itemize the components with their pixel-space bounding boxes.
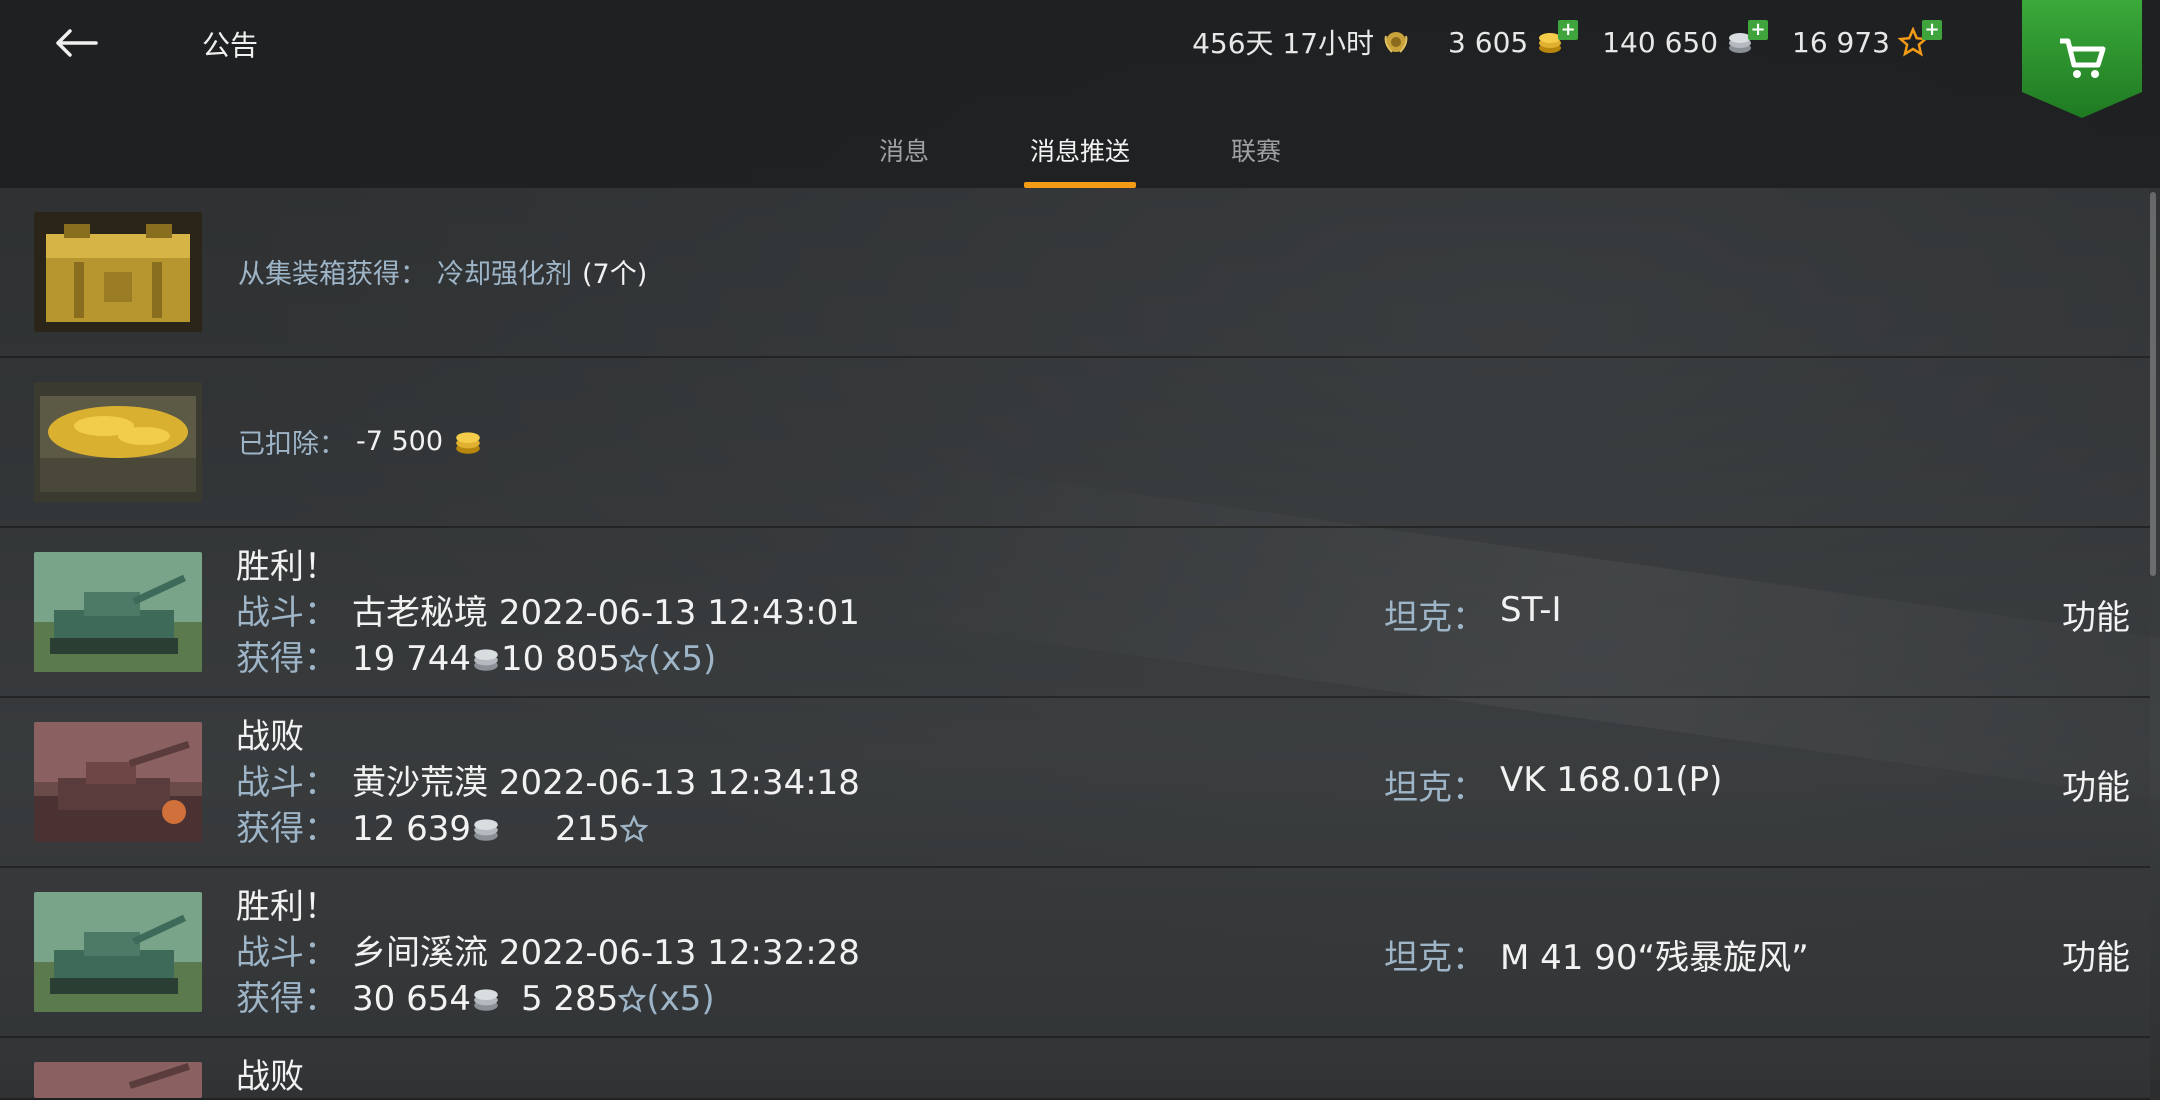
- earnings-line: 获得： 12 639 215: [236, 806, 860, 852]
- silver-earned: 12 639: [352, 809, 471, 849]
- battle-label: 战斗：: [236, 763, 338, 803]
- battle-line: 战斗： 乡间溪流 2022-06-13 12:32:28: [236, 930, 860, 976]
- earn-label: 获得：: [236, 809, 338, 849]
- page-title: 公告: [202, 29, 259, 62]
- tab-messages[interactable]: 消息: [816, 120, 992, 188]
- battle-datetime: 2022-06-13 12:34:18: [498, 763, 860, 803]
- battle-result: 胜利！: [236, 547, 338, 587]
- list-item[interactable]: 战败: [0, 1038, 2150, 1100]
- notice-text: 从集装箱获得： 冷却强化剂 (7个): [238, 252, 647, 291]
- free-xp-value: 16 973: [1792, 25, 1890, 59]
- scrollbar[interactable]: [2150, 192, 2156, 576]
- back-arrow-icon: [56, 29, 98, 57]
- silver-coins-icon: [474, 989, 498, 1011]
- battle-details: 胜利！ 战斗： 乡间溪流 2022-06-13 12:32:28 获得： 30 …: [236, 884, 860, 1022]
- battle-datetime: 2022-06-13 12:43:01: [498, 593, 860, 633]
- tank-label: 坦克：: [1384, 768, 1486, 808]
- battle-line: 战斗： 黄沙荒漠 2022-06-13 12:34:18: [236, 760, 860, 806]
- xp-multiplier: (x5): [646, 979, 715, 1019]
- list-item[interactable]: 战败 战斗： 黄沙荒漠 2022-06-13 12:34:18 获得： 12 6…: [0, 698, 2150, 868]
- victory-tank-image: [34, 552, 202, 672]
- golden-container-icon: [34, 212, 202, 332]
- battle-line: 战斗： 古老秘境 2022-06-13 12:43:01: [236, 590, 860, 636]
- silver-coins-icon: [474, 819, 498, 841]
- map-name: 乡间溪流: [352, 933, 488, 973]
- tab-push-messages[interactable]: 消息推送: [992, 120, 1168, 188]
- battle-details: 胜利！ 战斗： 古老秘境 2022-06-13 12:43:01 获得： 19 …: [236, 544, 860, 682]
- battle-result: 胜利！: [236, 887, 338, 927]
- silver-balance[interactable]: 140 650 +: [1602, 19, 1769, 59]
- notification-list: 从集装箱获得： 冷却强化剂 (7个) 已扣除： -7 500 胜利！ 战斗： 古…: [0, 188, 2150, 1100]
- cart-icon: [2060, 38, 2106, 78]
- add-xp-button[interactable]: +: [1922, 19, 1942, 40]
- star-icon: [618, 985, 647, 1013]
- silver-earned: 30 654: [352, 979, 471, 1019]
- defeat-tank-image: [34, 722, 202, 842]
- defeat-tank-image: [34, 1062, 202, 1098]
- list-item[interactable]: 已扣除： -7 500: [0, 358, 2150, 528]
- item-name: 冷却强化剂: [437, 259, 572, 290]
- tab-league[interactable]: 联赛: [1168, 120, 1344, 188]
- list-item[interactable]: 从集装箱获得： 冷却强化剂 (7个): [0, 188, 2150, 358]
- gold-value: 3 605: [1448, 25, 1529, 59]
- deducted-amount: -7 500: [356, 426, 444, 457]
- item-count: (7个): [582, 259, 648, 290]
- xp-multiplier: (x5): [647, 639, 717, 679]
- tank-name: ST-I: [1500, 590, 1562, 630]
- tank-info: 坦克： M 41 90“残暴旋风”: [1384, 930, 1809, 979]
- notice-prefix: 从集装箱获得：: [238, 259, 427, 290]
- notice-text: 已扣除： -7 500: [238, 422, 483, 461]
- silver-coins-icon: [474, 649, 498, 671]
- tank-name: VK 168.01(P): [1500, 760, 1723, 800]
- tab-bar: 消息 消息推送 联赛: [0, 120, 2160, 188]
- function-button[interactable]: 功能: [2062, 590, 2130, 639]
- earn-label: 获得：: [236, 979, 338, 1019]
- premium-time-value: 456天 17小时: [1192, 27, 1375, 60]
- tank-info: 坦克： VK 168.01(P): [1384, 760, 1722, 809]
- add-silver-button[interactable]: +: [1748, 19, 1769, 40]
- tank-name: M 41 90“残暴旋风”: [1500, 938, 1809, 978]
- map-name: 黄沙荒漠: [352, 763, 488, 803]
- list-item[interactable]: 胜利！ 战斗： 古老秘境 2022-06-13 12:43:01 获得： 19 …: [0, 528, 2150, 698]
- add-gold-button[interactable]: +: [1558, 19, 1579, 40]
- gold-coins-icon: [456, 431, 480, 454]
- xp-earned: 10 805: [500, 639, 620, 679]
- xp-earned: 5 285: [520, 979, 619, 1019]
- back-button[interactable]: [46, 18, 106, 68]
- victory-tank-image: [34, 892, 202, 1012]
- xp-earned: 215: [554, 809, 620, 849]
- premium-time[interactable]: 456天 17小时: [1192, 22, 1410, 62]
- battle-label: 战斗：: [236, 933, 338, 973]
- star-icon: [619, 645, 648, 673]
- shop-button[interactable]: [2022, 0, 2142, 118]
- battle-result: 战败: [236, 717, 304, 757]
- premium-laurel-icon: [1384, 32, 1408, 53]
- list-item[interactable]: 胜利！ 战斗： 乡间溪流 2022-06-13 12:32:28 获得： 30 …: [0, 868, 2150, 1038]
- battle-datetime: 2022-06-13 12:32:28: [498, 933, 860, 973]
- gold-balance[interactable]: 3 605 +: [1448, 19, 1579, 59]
- earn-label: 获得：: [236, 639, 338, 679]
- tank-label: 坦克：: [1384, 598, 1486, 638]
- battle-label: 战斗：: [236, 593, 338, 633]
- tank-label: 坦克：: [1384, 938, 1486, 978]
- currency-bar: 456天 17小时 3 605 + 140 650 + 16 973 +: [1192, 19, 1942, 62]
- gold-chest-icon: [34, 382, 202, 502]
- free-xp-balance[interactable]: 16 973 +: [1792, 19, 1942, 59]
- function-button[interactable]: 功能: [2062, 930, 2130, 979]
- earnings-line: 获得： 30 654 5 285 (x5): [236, 976, 860, 1022]
- battle-details: 战败: [236, 1054, 304, 1100]
- silver-value: 140 650: [1602, 25, 1719, 59]
- map-name: 古老秘境: [352, 593, 488, 633]
- tank-info: 坦克： ST-I: [1384, 590, 1562, 639]
- battle-result: 战败: [236, 1057, 304, 1097]
- silver-earned: 19 744: [352, 639, 471, 679]
- function-button[interactable]: 功能: [2062, 760, 2130, 809]
- earnings-line: 获得： 19 744 10 805 (x5): [236, 636, 860, 682]
- star-icon: [619, 815, 648, 843]
- battle-details: 战败 战斗： 黄沙荒漠 2022-06-13 12:34:18 获得： 12 6…: [236, 714, 860, 852]
- notice-prefix: 已扣除：: [238, 429, 346, 460]
